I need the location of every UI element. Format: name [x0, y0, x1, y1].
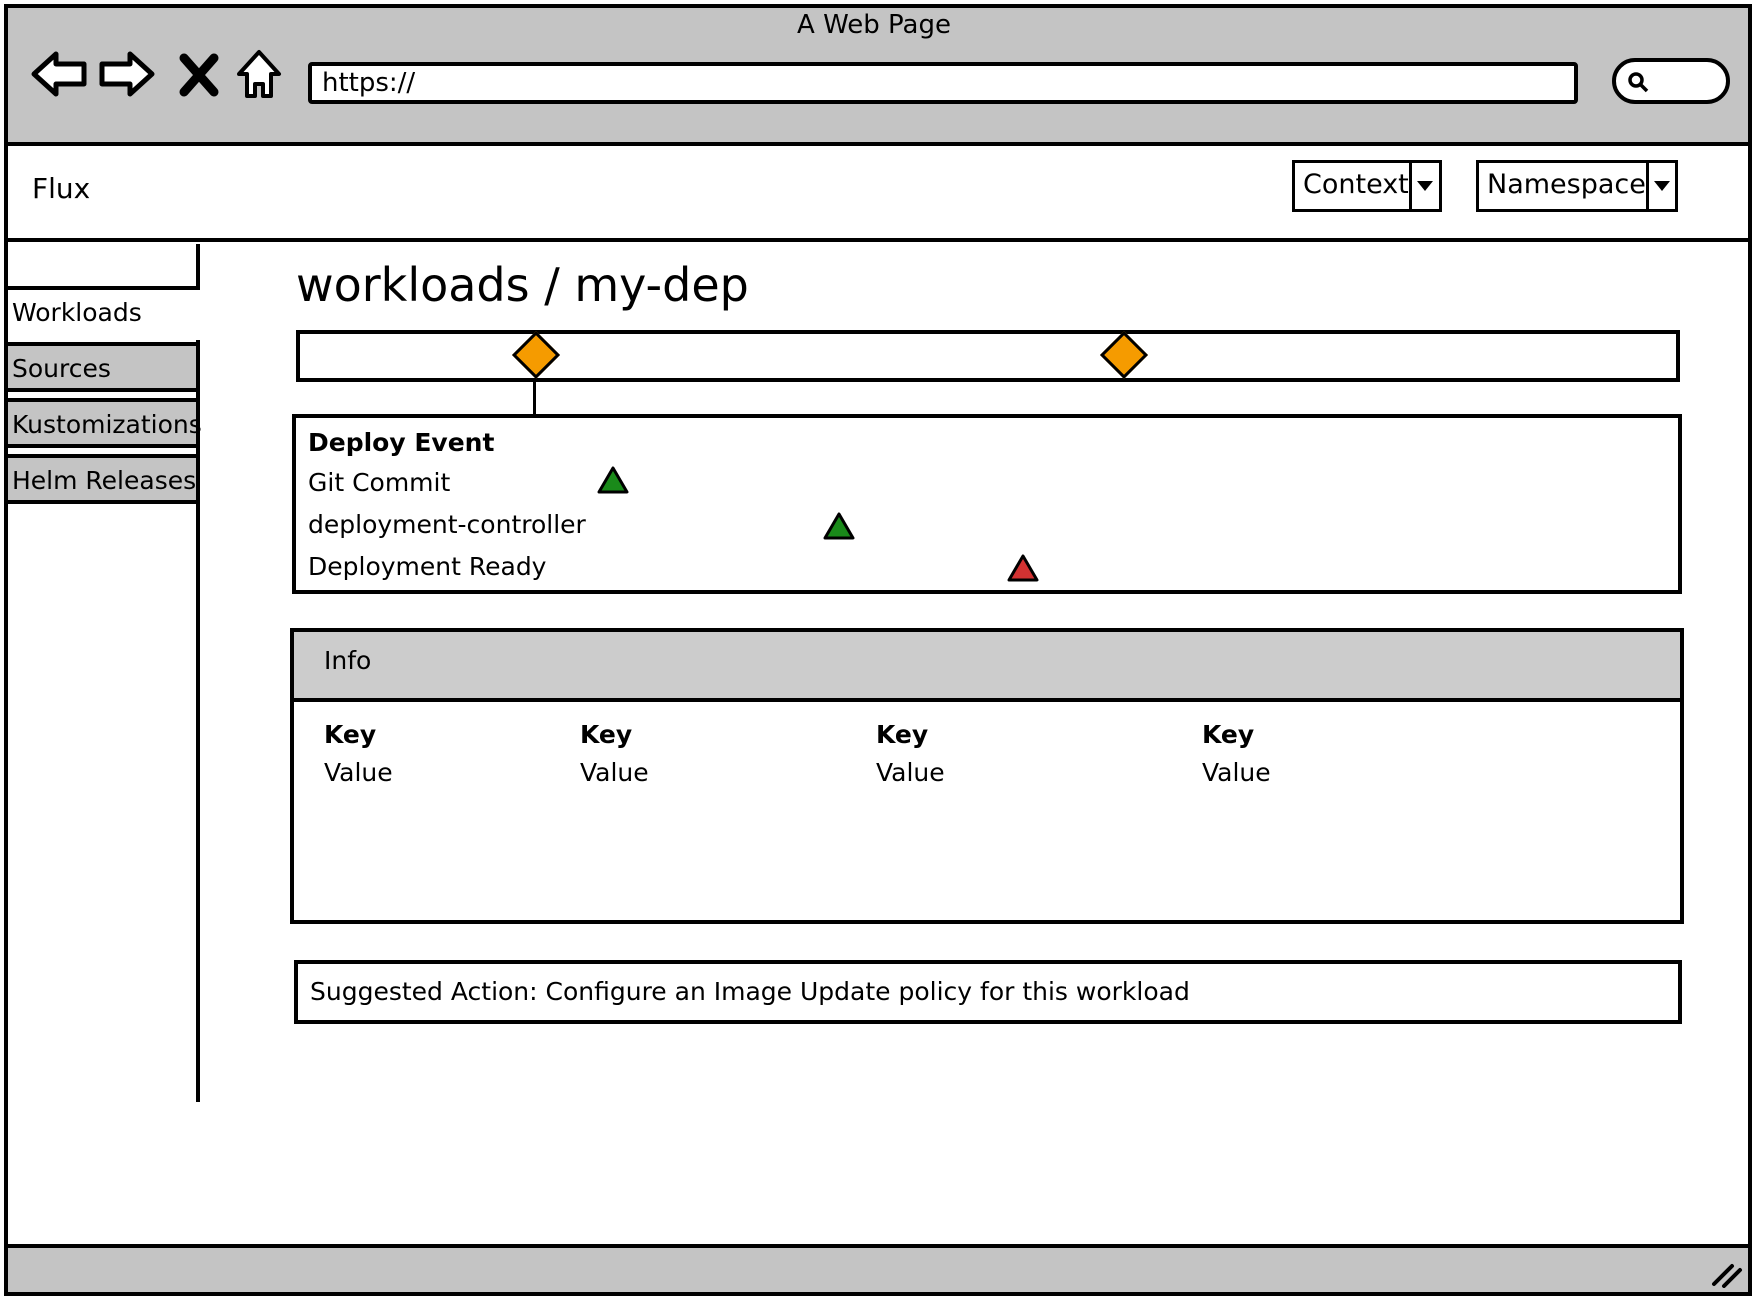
- forward-arrow-icon[interactable]: [96, 44, 156, 104]
- url-field[interactable]: https://: [308, 62, 1578, 104]
- info-value: Value: [1202, 758, 1271, 787]
- info-value: Value: [324, 758, 393, 787]
- sidebar-item-workloads[interactable]: Workloads: [4, 290, 200, 340]
- window-border: [4, 146, 8, 1244]
- info-key: Key: [580, 720, 633, 749]
- namespace-dropdown-label: Namespace: [1487, 169, 1646, 200]
- context-dropdown[interactable]: Context: [1292, 160, 1442, 212]
- status-red-icon: [1007, 554, 1039, 582]
- info-key: Key: [324, 720, 377, 749]
- event-row-label: Git Commit: [308, 468, 451, 497]
- info-value: Value: [876, 758, 945, 787]
- info-key: Key: [1202, 720, 1255, 749]
- sidebar-item-kustomizations[interactable]: Kustomizations: [4, 398, 202, 448]
- browser-search-field[interactable]: [1612, 58, 1730, 104]
- chevron-down-icon: [1408, 163, 1439, 209]
- stop-icon[interactable]: [176, 44, 222, 104]
- context-dropdown-label: Context: [1303, 169, 1409, 200]
- app-name: Flux: [32, 172, 91, 205]
- info-value: Value: [580, 758, 649, 787]
- suggested-action-banner[interactable]: Suggested Action: Configure an Image Upd…: [294, 960, 1682, 1024]
- back-arrow-icon[interactable]: [30, 44, 90, 104]
- sidebar-item-sources[interactable]: Sources: [4, 342, 200, 392]
- sidebar-top: [4, 244, 200, 290]
- namespace-dropdown[interactable]: Namespace: [1476, 160, 1678, 212]
- window-border: [1748, 146, 1752, 1244]
- chevron-down-icon: [1645, 163, 1675, 209]
- sidebar-item-helm-releases[interactable]: Helm Releases: [4, 454, 200, 504]
- info-panel-header: [294, 632, 1680, 702]
- deploy-timeline: [296, 330, 1680, 382]
- status-bar: [4, 1244, 1752, 1296]
- info-key: Key: [876, 720, 929, 749]
- event-row-label: deployment-controller: [308, 510, 586, 539]
- event-row-label: Deployment Ready: [308, 552, 547, 581]
- resize-grip-icon[interactable]: [1710, 1258, 1744, 1288]
- info-panel-title: Info: [324, 646, 372, 675]
- search-icon: [1628, 72, 1649, 93]
- page-title: workloads / my-dep: [296, 258, 749, 312]
- browser-window-title: A Web Page: [797, 10, 951, 40]
- status-green-icon: [597, 466, 629, 494]
- status-green-icon: [823, 512, 855, 540]
- event-header: Deploy Event: [308, 428, 495, 457]
- home-icon[interactable]: [234, 44, 284, 104]
